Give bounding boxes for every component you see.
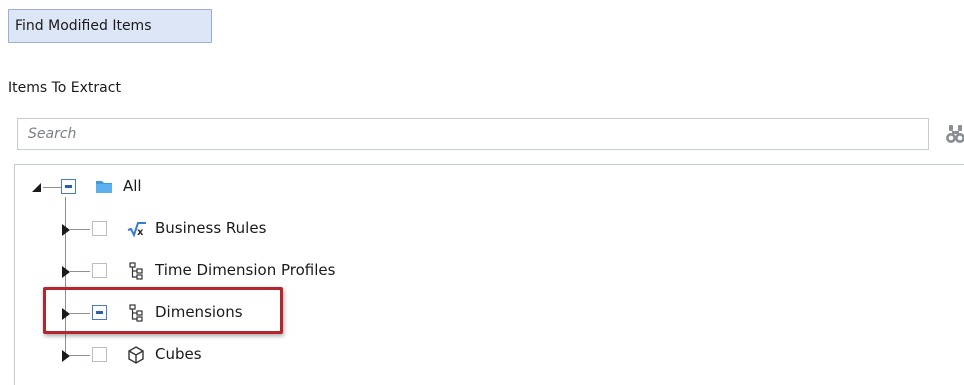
dimensions-highlight-box [43,287,283,334]
collapse-arrow-icon[interactable] [30,180,44,194]
search-input[interactable]: Search [17,118,929,150]
items-tree: All x Business Rules Time Dimension Prof… [14,164,964,385]
tree-connector [70,271,90,272]
checkbox-cubes[interactable] [92,347,107,362]
cube-icon [127,346,145,364]
formula-icon: x [127,220,146,238]
hierarchy-icon [128,262,146,280]
tree-row-cubes[interactable]: Cubes [15,343,915,367]
find-modified-items-button[interactable]: Find Modified Items [8,9,212,43]
folder-icon [95,178,113,196]
tree-row-business-rules[interactable]: x Business Rules [15,217,915,241]
tree-row-time-dimension-profiles[interactable]: Time Dimension Profiles [15,259,915,283]
items-to-extract-label: Items To Extract [8,80,121,96]
checkbox-business-rules[interactable] [92,221,107,236]
checkbox-all[interactable] [61,179,76,194]
tree-label-all: All [123,177,142,195]
tree-label-cubes: Cubes [155,345,202,363]
tree-connector [43,187,61,188]
tree-label-business-rules: Business Rules [155,219,267,237]
checkbox-time-dimension-profiles[interactable] [92,263,107,278]
svg-text:x: x [137,227,144,238]
tree-connector [70,229,90,230]
binoculars-icon[interactable] [945,123,964,145]
search-placeholder: Search [28,126,77,142]
tree-label-time-dimension-profiles: Time Dimension Profiles [155,261,336,279]
tree-row-all[interactable]: All [15,175,915,199]
tree-connector [70,355,90,356]
